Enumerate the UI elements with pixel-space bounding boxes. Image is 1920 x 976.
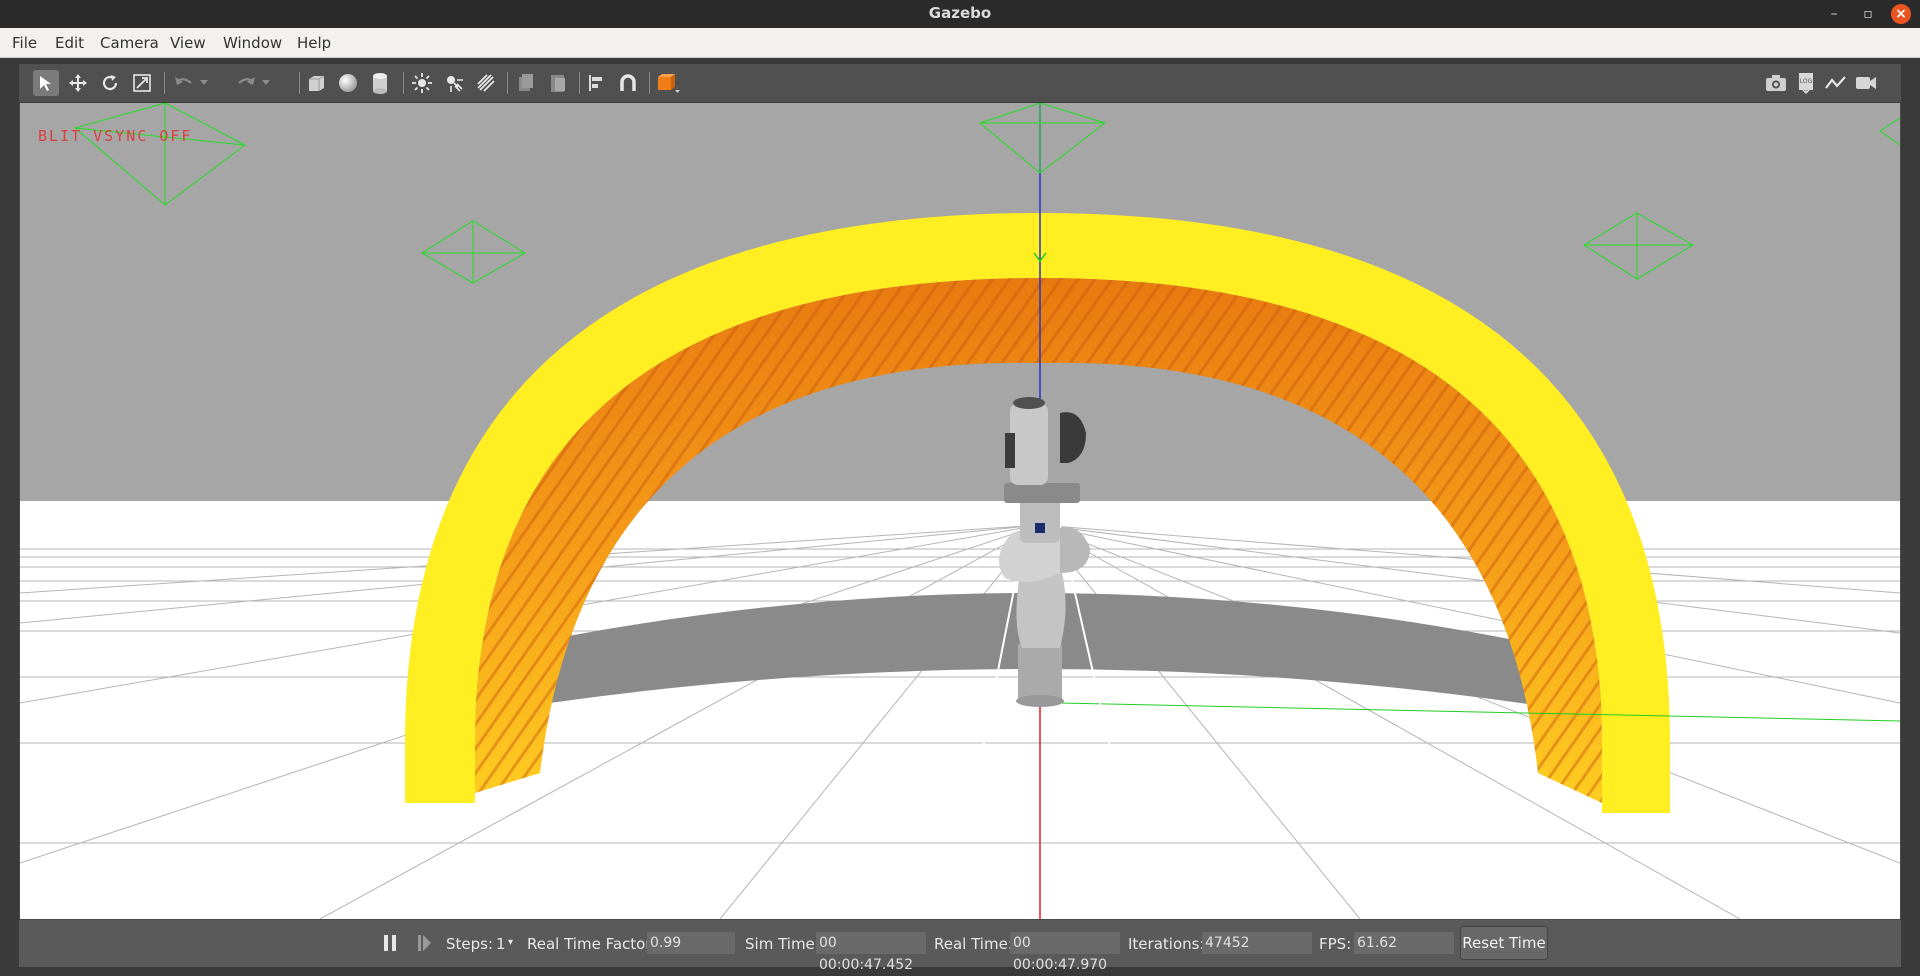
color-change-icon[interactable]	[655, 70, 681, 96]
pause-icon[interactable]	[377, 930, 403, 956]
menu-help[interactable]: Help	[297, 34, 331, 52]
steps-dropdown-icon[interactable]: ▾	[508, 937, 513, 948]
scene-viewport[interactable]: BLIT VSYNC OFF	[20, 103, 1900, 919]
copy-icon[interactable]	[513, 70, 539, 96]
log-icon[interactable]: LOG	[1793, 70, 1819, 96]
scale-mode-icon[interactable]	[129, 70, 155, 96]
reset-time-button[interactable]: Reset Time	[1460, 926, 1548, 960]
point-light-icon[interactable]	[409, 70, 435, 96]
menu-file[interactable]: File	[12, 34, 37, 52]
plot-icon[interactable]	[1823, 70, 1849, 96]
sim-time-label: Sim Time:	[745, 935, 820, 953]
screenshot-camera-icon[interactable]	[1763, 70, 1789, 96]
redo-icon[interactable]	[233, 70, 259, 96]
rtf-label: Real Time Factor:	[527, 935, 657, 953]
undo-dropdown-icon[interactable]	[197, 70, 211, 96]
menu-edit[interactable]: Edit	[55, 34, 84, 52]
steps-value[interactable]: 1	[496, 935, 506, 953]
real-time-label: Real Time:	[934, 935, 1013, 953]
toolbar-separator	[164, 72, 165, 94]
scene-render	[20, 103, 1900, 919]
toolbar-separator	[507, 72, 508, 94]
cylinder-shape-icon[interactable]	[367, 70, 393, 96]
snap-magnet-icon[interactable]	[615, 70, 641, 96]
menu-camera[interactable]: Camera	[100, 34, 159, 52]
rtf-field: 0.99	[647, 932, 735, 954]
select-mode-icon[interactable]	[33, 70, 59, 96]
fps-field: 61.62	[1354, 932, 1454, 954]
fps-label: FPS:	[1319, 935, 1352, 953]
menu-window[interactable]: Window	[223, 34, 282, 52]
iterations-field: 47452	[1202, 932, 1312, 954]
minimize-icon[interactable]: –	[1824, 4, 1844, 24]
step-icon[interactable]	[411, 930, 437, 956]
steps-label: Steps:	[446, 935, 494, 953]
sphere-shape-icon[interactable]	[335, 70, 361, 96]
video-record-icon[interactable]	[1853, 70, 1879, 96]
spot-light-icon[interactable]	[441, 70, 467, 96]
undo-icon[interactable]	[171, 70, 197, 96]
svg-text:LOG: LOG	[1800, 78, 1813, 85]
iterations-label: Iterations:	[1128, 935, 1205, 953]
toolbar: LOG	[19, 64, 1901, 103]
main-panel: LOG BLIT VSYNC OFF Steps: 1 ▾ Real Time …	[19, 64, 1901, 973]
directional-light-icon[interactable]	[473, 70, 499, 96]
align-icon[interactable]	[583, 70, 609, 96]
translate-mode-icon[interactable]	[65, 70, 91, 96]
toolbar-separator	[403, 72, 404, 94]
title-bar: Gazebo – ▫ ×	[0, 0, 1920, 28]
paste-icon[interactable]	[545, 70, 571, 96]
rotate-mode-icon[interactable]	[97, 70, 123, 96]
toolbar-separator	[299, 72, 300, 94]
restore-icon[interactable]: ▫	[1858, 4, 1878, 24]
window-title: Gazebo	[928, 4, 992, 22]
redo-dropdown-icon[interactable]	[259, 70, 273, 96]
real-time-field: 00 00:00:47.970	[1010, 932, 1120, 973]
menu-view[interactable]: View	[170, 34, 206, 52]
close-icon[interactable]: ×	[1891, 4, 1911, 24]
sim-time-field: 00 00:00:47.452	[816, 932, 926, 973]
status-bar: Steps: 1 ▾ Real Time Factor: 0.99 Sim Ti…	[19, 920, 1901, 973]
render-stats-overlay: BLIT VSYNC OFF	[38, 127, 193, 145]
toolbar-separator	[649, 72, 650, 94]
toolbar-separator	[579, 72, 580, 94]
menu-bar: File Edit Camera View Window Help	[0, 28, 1920, 58]
box-shape-icon[interactable]	[303, 70, 329, 96]
